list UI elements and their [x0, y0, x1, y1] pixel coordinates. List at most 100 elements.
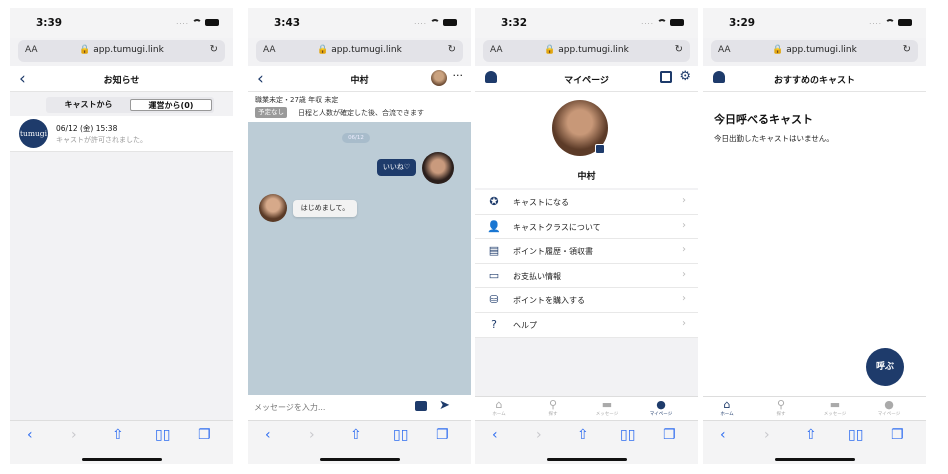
qr-scan-icon[interactable]: [660, 71, 672, 83]
status-time: 3:39: [36, 17, 63, 29]
safari-toolbar: ‹ › ⇧ ▯▯ ❐: [248, 420, 471, 464]
tab-label: マイページ: [877, 412, 901, 417]
chat-area[interactable]: 06/12 いいね♡ はじめまして。: [248, 122, 471, 395]
reload-icon[interactable]: ↻: [675, 44, 683, 55]
profile-header: 中村: [475, 92, 698, 188]
menu-item-cast-class[interactable]: 👤 キャストクラスについて ›: [475, 215, 698, 240]
bookmarks-icon[interactable]: ▯▯: [393, 427, 408, 443]
reload-icon[interactable]: ↻: [448, 44, 456, 55]
address-bar[interactable]: AA 🔒 app.tumugi.link ↻: [483, 40, 690, 62]
address-bar[interactable]: AA 🔒 app.tumugi.link ↻: [711, 40, 918, 62]
help-icon: ?: [491, 317, 497, 331]
menu-item-help[interactable]: ? ヘルプ ›: [475, 313, 698, 338]
segmented-control: キャストから 運営から(0): [46, 97, 214, 113]
status-bar: 3:39 ....: [10, 8, 233, 38]
browser-back-icon[interactable]: ‹: [27, 427, 33, 443]
address-bar[interactable]: AA 🔒 app.tumugi.link ↻: [18, 40, 225, 62]
menu-label: ポイント履歴・領収書: [513, 247, 593, 257]
bookmarks-icon[interactable]: ▯▯: [848, 427, 863, 443]
send-icon[interactable]: ➤: [439, 398, 450, 413]
browser-back-icon[interactable]: ‹: [492, 427, 498, 443]
safari-toolbar: ‹ › ⇧ ▯▯ ❐: [10, 420, 233, 464]
tabs-icon[interactable]: ❐: [663, 427, 676, 443]
tab-home[interactable]: ⌂ ホーム: [705, 398, 749, 417]
menu-item-payment-info[interactable]: ▭ お支払い情報 ›: [475, 264, 698, 289]
call-button[interactable]: 呼ぶ: [866, 348, 904, 386]
status-bar: 3:43 ....: [248, 8, 471, 38]
nav-bar: ‹ お知らせ: [10, 66, 233, 92]
share-icon[interactable]: ⇧: [350, 427, 362, 443]
tab-label: ホーム: [720, 412, 734, 417]
home-indicator: [775, 458, 855, 461]
browser-back-icon[interactable]: ‹: [720, 427, 726, 443]
notification-item[interactable]: tumugi 06/12 (金) 15:38 キャストが許可されました。: [10, 116, 233, 152]
reload-icon[interactable]: ↻: [210, 44, 218, 55]
tab-mypage[interactable]: ● マイページ: [867, 398, 911, 417]
partner-avatar[interactable]: [431, 70, 447, 86]
lock-icon: 🔒: [544, 45, 556, 55]
home-icon: ⌂: [495, 398, 503, 411]
chat-icon: ▬: [829, 398, 841, 411]
signal-icon: ....: [869, 18, 882, 26]
tabs-icon[interactable]: ❐: [891, 427, 904, 443]
home-indicator: [320, 458, 400, 461]
nav-bar: ‹ 中村 ···: [248, 66, 471, 92]
menu-label: ヘルプ: [513, 320, 537, 330]
battery-icon: [898, 18, 912, 26]
safari-toolbar: ‹ › ⇧ ▯▯ ❐: [703, 420, 926, 464]
tab-messages[interactable]: ▬ メッセージ: [813, 398, 857, 417]
status-time: 3:29: [729, 17, 756, 29]
reload-icon[interactable]: ↻: [903, 44, 911, 55]
phone-screen-chat: 3:43 .... AA 🔒 app.tumugi.link ↻ ‹ 中村 ··…: [248, 8, 471, 464]
menu-label: キャストクラスについて: [513, 222, 601, 232]
gear-icon[interactable]: ⚙: [679, 69, 691, 84]
browser-forward-icon[interactable]: ›: [309, 427, 315, 443]
tab-mypage[interactable]: ● マイページ: [639, 398, 683, 417]
receiver-avatar[interactable]: [259, 194, 287, 222]
tab-from-admin[interactable]: 運営から(0): [130, 99, 212, 111]
wifi-icon: [657, 18, 667, 26]
menu-item-buy-points[interactable]: ⛁ ポイントを購入する ›: [475, 288, 698, 313]
schedule-tag: 予定なし: [255, 107, 287, 118]
bookmarks-icon[interactable]: ▯▯: [155, 427, 170, 443]
bottom-tab-bar: ⌂ ホーム ⚲ 探す ▬ メッセージ ● マイページ: [475, 396, 698, 420]
bottom-tab-bar: ⌂ ホーム ⚲ 探す ▬ メッセージ ● マイページ: [703, 396, 926, 420]
status-icons: ....: [869, 18, 912, 26]
tab-from-cast[interactable]: キャストから: [48, 99, 129, 111]
lock-icon: 🔒: [772, 45, 784, 55]
tab-home[interactable]: ⌂ ホーム: [477, 398, 521, 417]
phone-screen-recommended: 3:29 .... AA 🔒 app.tumugi.link ↻ おすすめのキャ…: [703, 8, 926, 464]
status-time: 3:43: [274, 17, 301, 29]
person-icon: ●: [656, 398, 666, 411]
browser-forward-icon[interactable]: ›: [764, 427, 770, 443]
tab-messages[interactable]: ▬ メッセージ: [585, 398, 629, 417]
recommended-content: 今日呼べるキャスト 今日出勤したキャストはいません。 呼ぶ: [703, 92, 926, 420]
chevron-right-icon: ›: [682, 293, 686, 305]
browser-forward-icon[interactable]: ›: [71, 427, 77, 443]
tab-search[interactable]: ⚲ 探す: [531, 398, 575, 417]
edit-pencil-icon[interactable]: [595, 144, 605, 154]
bookmarks-icon[interactable]: ▯▯: [620, 427, 635, 443]
share-icon[interactable]: ⇧: [577, 427, 589, 443]
receipt-icon: ▤: [488, 244, 500, 258]
chevron-right-icon: ›: [682, 219, 686, 231]
message-input[interactable]: [254, 401, 404, 414]
browser-back-icon[interactable]: ‹: [265, 427, 271, 443]
section-heading: 今日呼べるキャスト: [714, 113, 813, 126]
menu-item-become-cast[interactable]: ✪ キャストになる ›: [475, 190, 698, 215]
tabs-icon[interactable]: ❐: [198, 427, 211, 443]
tabs-icon[interactable]: ❐: [436, 427, 449, 443]
received-message-bubble: はじめまして。: [293, 200, 357, 217]
safari-toolbar: ‹ › ⇧ ▯▯ ❐: [475, 420, 698, 464]
browser-forward-icon[interactable]: ›: [536, 427, 542, 443]
share-icon[interactable]: ⇧: [112, 427, 124, 443]
card-icon: ▭: [488, 268, 500, 282]
address-bar[interactable]: AA 🔒 app.tumugi.link ↻: [256, 40, 463, 62]
image-attach-icon[interactable]: [415, 401, 427, 411]
share-icon[interactable]: ⇧: [805, 427, 817, 443]
date-divider: 06/12: [342, 133, 370, 143]
tab-search[interactable]: ⚲ 探す: [759, 398, 803, 417]
menu-item-point-history[interactable]: ▤ ポイント履歴・領収書 ›: [475, 239, 698, 264]
phone-screen-mypage: 3:32 .... AA 🔒 app.tumugi.link ↻ マイページ ⚙…: [475, 8, 698, 464]
more-icon[interactable]: ···: [453, 69, 464, 82]
